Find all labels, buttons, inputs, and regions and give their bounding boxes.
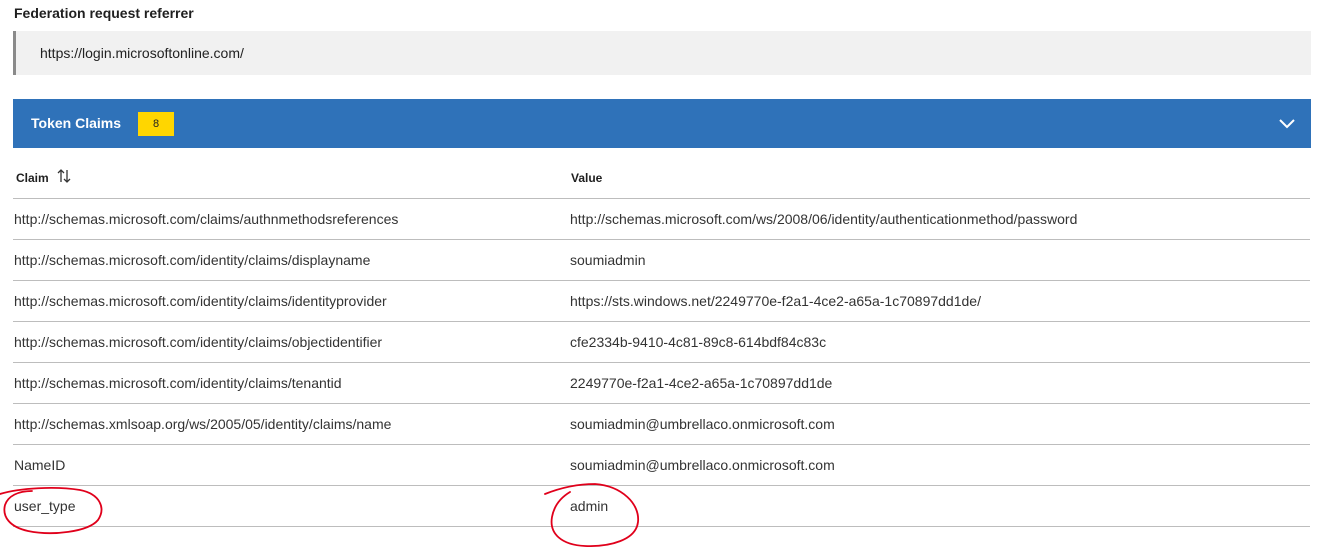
chevron-down-icon[interactable]: [1279, 115, 1295, 131]
table-row: user_type admin: [13, 486, 1310, 527]
table-row: http://schemas.microsoft.com/identity/cl…: [13, 281, 1310, 322]
claims-count-badge: 8: [138, 112, 174, 136]
claim-cell: http://schemas.microsoft.com/identity/cl…: [14, 375, 342, 391]
token-claims-page: Federation request referrer https://logi…: [0, 0, 1319, 547]
claim-cell: http://schemas.microsoft.com/identity/cl…: [14, 252, 371, 268]
claim-cell: http://schemas.microsoft.com/identity/cl…: [14, 334, 383, 350]
table-row: http://schemas.microsoft.com/identity/cl…: [13, 322, 1310, 363]
sort-arrows-icon[interactable]: [57, 168, 71, 184]
table-row: NameID soumiadmin@umbrellaco.onmicrosoft…: [13, 445, 1310, 486]
claim-cell: user_type: [14, 498, 76, 514]
value-cell: soumiadmin: [570, 252, 646, 268]
claims-table: Claim Value http://schemas.microsoft.com…: [13, 157, 1310, 527]
table-row: http://schemas.microsoft.com/identity/cl…: [13, 363, 1310, 404]
value-cell: soumiadmin@umbrellaco.onmicrosoft.com: [570, 457, 835, 473]
value-cell: http://schemas.microsoft.com/ws/2008/06/…: [570, 211, 1078, 227]
value-cell: cfe2334b-9410-4c81-89c8-614bdf84c83c: [570, 334, 827, 350]
column-header-claim[interactable]: Claim: [16, 171, 49, 185]
table-row: http://schemas.microsoft.com/claims/auth…: [13, 199, 1310, 240]
value-cell: 2249770e-f2a1-4ce2-a65a-1c70897dd1de: [570, 375, 833, 391]
claim-cell: http://schemas.microsoft.com/claims/auth…: [14, 211, 399, 227]
value-cell: admin: [570, 498, 609, 514]
value-cell: soumiadmin@umbrellaco.onmicrosoft.com: [570, 416, 835, 432]
claim-cell: NameID: [14, 457, 66, 473]
table-row: http://schemas.microsoft.com/identity/cl…: [13, 240, 1310, 281]
federation-referrer-label: Federation request referrer: [14, 5, 194, 21]
federation-referrer-box: https://login.microsoftonline.com/: [13, 31, 1311, 75]
claim-cell: http://schemas.xmlsoap.org/ws/2005/05/id…: [14, 416, 392, 432]
federation-referrer-value: https://login.microsoftonline.com/: [40, 45, 244, 61]
token-claims-title: Token Claims: [31, 115, 121, 131]
value-cell: https://sts.windows.net/2249770e-f2a1-4c…: [570, 293, 981, 309]
claim-cell: http://schemas.microsoft.com/identity/cl…: [14, 293, 387, 309]
table-row: http://schemas.xmlsoap.org/ws/2005/05/id…: [13, 404, 1310, 445]
table-header: Claim Value: [13, 157, 1310, 199]
token-claims-header[interactable]: Token Claims 8: [13, 99, 1311, 148]
column-header-value: Value: [571, 171, 603, 185]
